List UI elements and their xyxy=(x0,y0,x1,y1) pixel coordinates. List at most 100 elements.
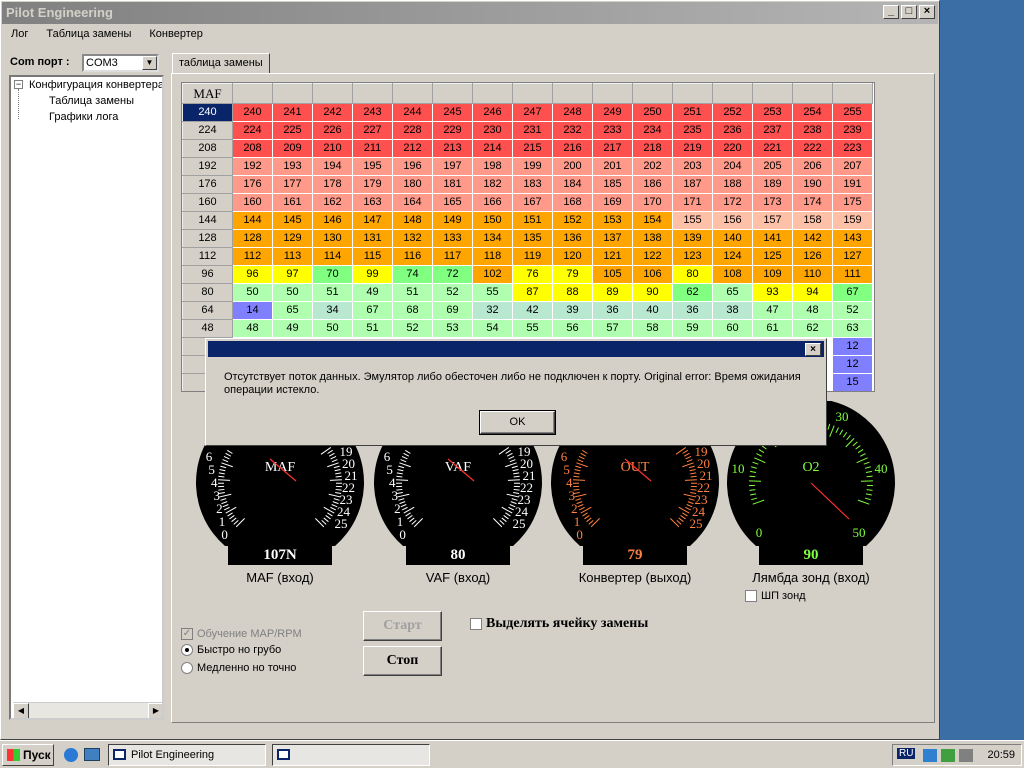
table-cell[interactable]: 148 xyxy=(392,211,433,230)
tab-table[interactable]: таблица замены xyxy=(172,53,270,74)
table-cell[interactable]: 51 xyxy=(352,319,393,338)
table-cell[interactable]: 176 xyxy=(232,175,273,194)
table-cell[interactable]: 50 xyxy=(312,319,353,338)
table-cell[interactable]: 240 xyxy=(232,103,273,122)
table-cell[interactable]: 47 xyxy=(752,301,793,320)
start-menu-button[interactable]: Пуск xyxy=(2,744,54,766)
close-button[interactable]: × xyxy=(919,5,935,19)
table-cell[interactable]: 36 xyxy=(592,301,633,320)
table-cell[interactable]: 119 xyxy=(512,247,553,266)
table-cell[interactable]: 126 xyxy=(792,247,833,266)
table-cell[interactable]: 155 xyxy=(672,211,713,230)
table-cell[interactable]: 42 xyxy=(512,301,553,320)
table-cell[interactable]: 189 xyxy=(752,175,793,194)
tree-item-table[interactable]: Таблица замены xyxy=(49,95,134,107)
table-cell[interactable]: 130 xyxy=(312,229,353,248)
maximize-button[interactable]: □ xyxy=(901,5,917,19)
table-cell[interactable]: 227 xyxy=(352,121,393,140)
table-cell[interactable]: 236 xyxy=(712,121,753,140)
table-cell[interactable]: 209 xyxy=(272,139,313,158)
table-cell[interactable]: 253 xyxy=(752,103,793,122)
table-cell[interactable]: 94 xyxy=(792,283,833,302)
table-cell[interactable]: 159 xyxy=(832,211,873,230)
port-select[interactable]: COM3 ▼ xyxy=(82,54,159,72)
table-cell[interactable]: 65 xyxy=(712,283,753,302)
table-cell[interactable]: 113 xyxy=(272,247,313,266)
tree-item-log-graphs[interactable]: Графики лога xyxy=(49,111,118,123)
table-cell[interactable]: 216 xyxy=(552,139,593,158)
ie-icon[interactable] xyxy=(64,748,78,762)
table-cell[interactable]: 217 xyxy=(592,139,633,158)
table-cell[interactable]: 175 xyxy=(832,193,873,212)
table-cell[interactable]: 124 xyxy=(712,247,753,266)
table-cell[interactable]: 234 xyxy=(632,121,673,140)
table-cell[interactable]: 149 xyxy=(432,211,473,230)
table-cell[interactable]: 205 xyxy=(752,157,793,176)
table-cell[interactable]: 196 xyxy=(392,157,433,176)
table-cell[interactable]: 192 xyxy=(232,157,273,176)
table-cell[interactable]: 254 xyxy=(792,103,833,122)
table-cell[interactable]: 49 xyxy=(352,283,393,302)
table-cell[interactable]: 194 xyxy=(312,157,353,176)
table-cell[interactable]: 141 xyxy=(752,229,793,248)
row-header[interactable]: 96 xyxy=(182,265,233,284)
table-cell[interactable]: 172 xyxy=(712,193,753,212)
row-header[interactable]: 192 xyxy=(182,157,233,176)
table-cell[interactable]: 131 xyxy=(352,229,393,248)
table-cell[interactable]: 238 xyxy=(792,121,833,140)
table-cell[interactable]: 251 xyxy=(672,103,713,122)
vm-icon[interactable] xyxy=(959,749,973,762)
table-cell[interactable]: 34 xyxy=(312,301,353,320)
table-cell[interactable]: 183 xyxy=(512,175,553,194)
table-cell[interactable]: 76 xyxy=(512,265,553,284)
table-cell[interactable]: 108 xyxy=(712,265,753,284)
row-header[interactable]: 208 xyxy=(182,139,233,158)
table-cell[interactable]: 67 xyxy=(832,283,873,302)
chevron-down-icon[interactable]: ▼ xyxy=(142,56,157,70)
table-cell[interactable]: 174 xyxy=(792,193,833,212)
table-cell[interactable]: 220 xyxy=(712,139,753,158)
table-cell[interactable]: 202 xyxy=(632,157,673,176)
table-cell[interactable]: 115 xyxy=(352,247,393,266)
table-cell[interactable]: 36 xyxy=(672,301,713,320)
row-header[interactable]: 48 xyxy=(182,319,233,338)
table-cell[interactable]: 143 xyxy=(832,229,873,248)
table-cell[interactable]: 51 xyxy=(392,283,433,302)
table-cell[interactable]: 165 xyxy=(432,193,473,212)
table-cell[interactable]: 211 xyxy=(352,139,393,158)
table-cell[interactable]: 226 xyxy=(312,121,353,140)
table-cell[interactable]: 32 xyxy=(472,301,513,320)
table-cell[interactable]: 210 xyxy=(312,139,353,158)
table-cell[interactable]: 237 xyxy=(752,121,793,140)
table-cell[interactable]: 112 xyxy=(232,247,273,266)
table-cell[interactable]: 118 xyxy=(472,247,513,266)
collapse-icon[interactable]: − xyxy=(14,80,23,89)
table-cell[interactable]: 69 xyxy=(432,301,473,320)
table-cell[interactable]: 173 xyxy=(752,193,793,212)
table-cell[interactable]: 48 xyxy=(232,319,273,338)
tree-root[interactable]: Конфигурация конвертера xyxy=(29,79,162,91)
table-cell[interactable]: 160 xyxy=(232,193,273,212)
radio-slow-dot[interactable] xyxy=(181,662,193,674)
table-cell[interactable]: 147 xyxy=(352,211,393,230)
table-cell[interactable]: 243 xyxy=(352,103,393,122)
table-cell[interactable]: 195 xyxy=(352,157,393,176)
table-cell[interactable]: 53 xyxy=(432,319,473,338)
table-cell[interactable]: 97 xyxy=(272,265,313,284)
table-cell[interactable]: 109 xyxy=(752,265,793,284)
table-cell[interactable]: 252 xyxy=(712,103,753,122)
language-indicator[interactable]: RU xyxy=(897,748,916,759)
wideband-checkbox[interactable]: ШП зонд xyxy=(745,590,806,602)
table-cell[interactable]: 224 xyxy=(232,121,273,140)
table-cell[interactable]: 201 xyxy=(592,157,633,176)
table-cell[interactable]: 247 xyxy=(512,103,553,122)
table-cell[interactable]: 162 xyxy=(312,193,353,212)
table-cell[interactable]: 146 xyxy=(312,211,353,230)
table-cell[interactable]: 166 xyxy=(472,193,513,212)
table-cell[interactable]: 188 xyxy=(712,175,753,194)
table-cell[interactable]: 111 xyxy=(832,265,873,284)
table-cell[interactable]: 221 xyxy=(752,139,793,158)
scroll-right-icon[interactable]: ▶ xyxy=(148,703,162,718)
table-cell[interactable]: 152 xyxy=(552,211,593,230)
table-cell[interactable]: 55 xyxy=(472,283,513,302)
